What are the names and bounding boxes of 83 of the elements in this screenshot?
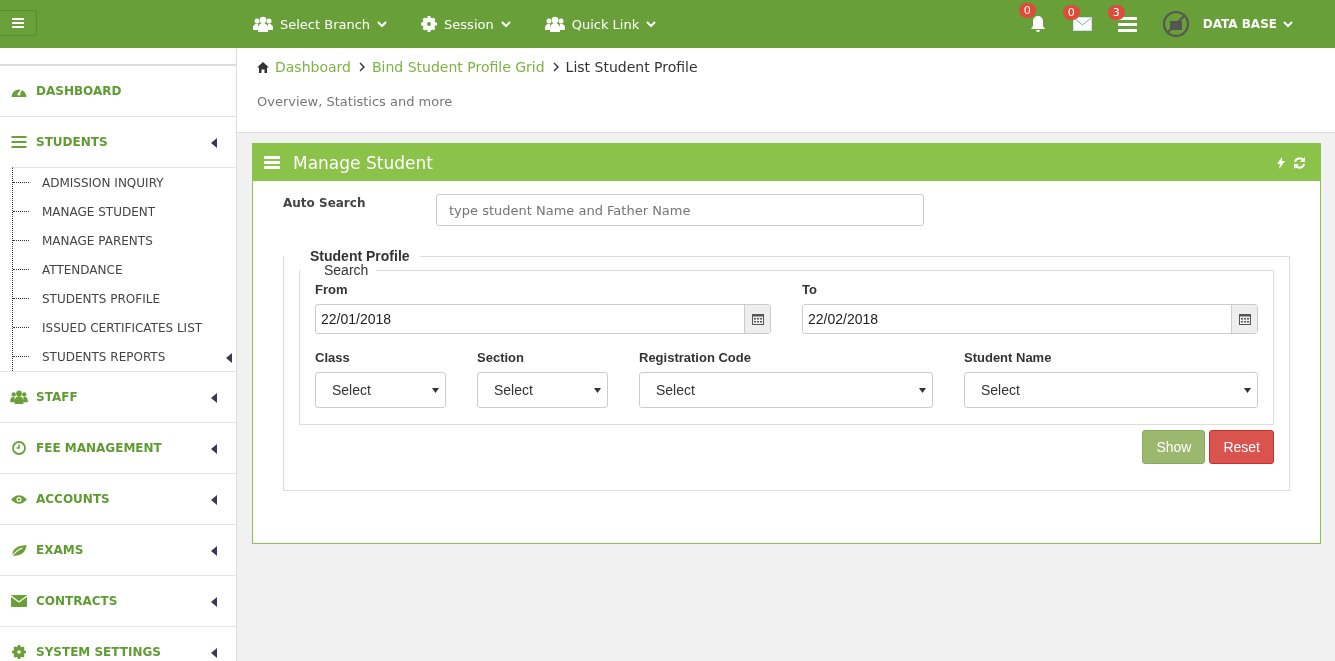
clock-icon [10, 441, 28, 455]
caret-icon [211, 546, 217, 556]
caret-icon [211, 444, 217, 454]
users-icon [10, 390, 28, 404]
sidebar-subitem[interactable]: ISSUED CERTIFICATES LIST [13, 313, 236, 342]
sidebar-item[interactable]: CONTRACTS [0, 575, 236, 626]
dropdown-arrow-icon [1244, 387, 1251, 393]
sidebar-item[interactable]: STAFF [0, 371, 236, 422]
field-label: From [315, 282, 349, 297]
chevron-icon [358, 62, 366, 72]
avatar-icon [1162, 11, 1189, 37]
caret-icon [211, 495, 217, 505]
count-badge: 3 [1107, 4, 1125, 20]
sidebar-subitem[interactable]: MANAGE PARENTS [13, 226, 236, 255]
home-icon [257, 61, 269, 73]
refresh-icon[interactable] [1293, 156, 1306, 169]
field-label: Registration Code [639, 350, 752, 365]
panel-title: Manage Student [293, 152, 433, 173]
dropdown[interactable]: Select [315, 372, 446, 408]
breadcrumb-current: List Student Profile [565, 59, 698, 75]
chevron-icon [1283, 20, 1293, 28]
settings-icon [421, 16, 438, 32]
sidebar-item[interactable]: FEE MANAGEMENT [0, 422, 236, 473]
nav-dropdown[interactable]: Select Branch [253, 16, 388, 32]
chevron-icon [500, 20, 511, 28]
count-badge: 0 [1062, 5, 1080, 20]
chevron-icon [377, 20, 388, 28]
users-icon [253, 16, 273, 32]
date-field[interactable]: 22/02/2018 [802, 304, 1258, 334]
users-icon [544, 16, 565, 32]
sidebar-item[interactable]: ACCOUNTS [0, 473, 236, 524]
dropdown[interactable]: Select [477, 372, 608, 408]
dropdown-arrow-icon [594, 387, 601, 393]
field-label: Student Name [964, 350, 1053, 365]
dropdown-arrow-icon [432, 387, 439, 393]
sidebar-item[interactable]: EXAMS [0, 524, 236, 575]
nav-dropdown[interactable]: Session [421, 16, 511, 32]
sidebar-item[interactable]: SYSTEM SETTINGS [0, 626, 236, 661]
field-label: Section [477, 350, 525, 365]
reset-button[interactable]: Reset [1209, 430, 1274, 464]
dropdown[interactable]: Select [639, 372, 933, 408]
show-button[interactable]: Show [1142, 430, 1206, 464]
fieldset-legend: Search [300, 262, 377, 278]
sidebar-subitem[interactable]: ATTENDANCE [13, 255, 236, 284]
eye-icon [10, 493, 28, 505]
calendar-icon[interactable] [751, 313, 764, 325]
caret-icon [226, 353, 232, 363]
list-icon[interactable] [1117, 16, 1137, 32]
user-menu[interactable]: DATA BASE [1202, 17, 1293, 31]
caret-icon [211, 648, 217, 658]
leaf-icon [10, 543, 28, 557]
breadcrumb-link[interactable]: Bind Student Profile Grid [371, 59, 545, 75]
menu-icon [12, 18, 24, 28]
auto-search-field[interactable]: type student Name and Father Name [436, 194, 924, 226]
field-label: To [802, 282, 818, 297]
menu-icon [264, 156, 280, 169]
caret-icon [211, 597, 217, 607]
dropdown-arrow-icon [919, 387, 926, 393]
count-badge: 0 [1018, 3, 1036, 18]
chevron-icon [646, 20, 657, 28]
nav-dropdown[interactable]: Quick Link [544, 16, 657, 32]
sidebar-subitem[interactable]: ADMISSION INQUIRY [13, 168, 236, 197]
chevron-icon [552, 62, 560, 72]
envelope-icon[interactable] [1072, 17, 1092, 31]
dropdown[interactable]: Select [964, 372, 1258, 408]
list-icon [10, 136, 28, 148]
breadcrumb-link[interactable]: Dashboard [275, 59, 351, 75]
fieldset-legend: Student Profile [284, 248, 420, 264]
bolt-icon[interactable] [1277, 156, 1285, 169]
caret-icon [211, 138, 217, 148]
page-subtitle: Overview, Statistics and more [257, 94, 454, 109]
field-label: Class [315, 350, 351, 365]
sidebar-item[interactable]: STUDENTS [0, 116, 236, 167]
caret-icon [211, 393, 217, 403]
calendar-icon[interactable] [1238, 313, 1251, 325]
field-label: Auto Search [283, 195, 367, 210]
date-field[interactable]: 22/01/2018 [315, 304, 771, 334]
menu-button[interactable] [0, 10, 37, 36]
sidebar-subitem[interactable]: MANAGE STUDENT [13, 197, 236, 226]
envelope-icon [10, 595, 28, 607]
sidebar-subitem[interactable]: STUDENTS REPORTS [13, 342, 236, 371]
bell-icon[interactable] [1028, 15, 1047, 33]
sidebar-subitem[interactable]: STUDENTS PROFILE [13, 284, 236, 313]
